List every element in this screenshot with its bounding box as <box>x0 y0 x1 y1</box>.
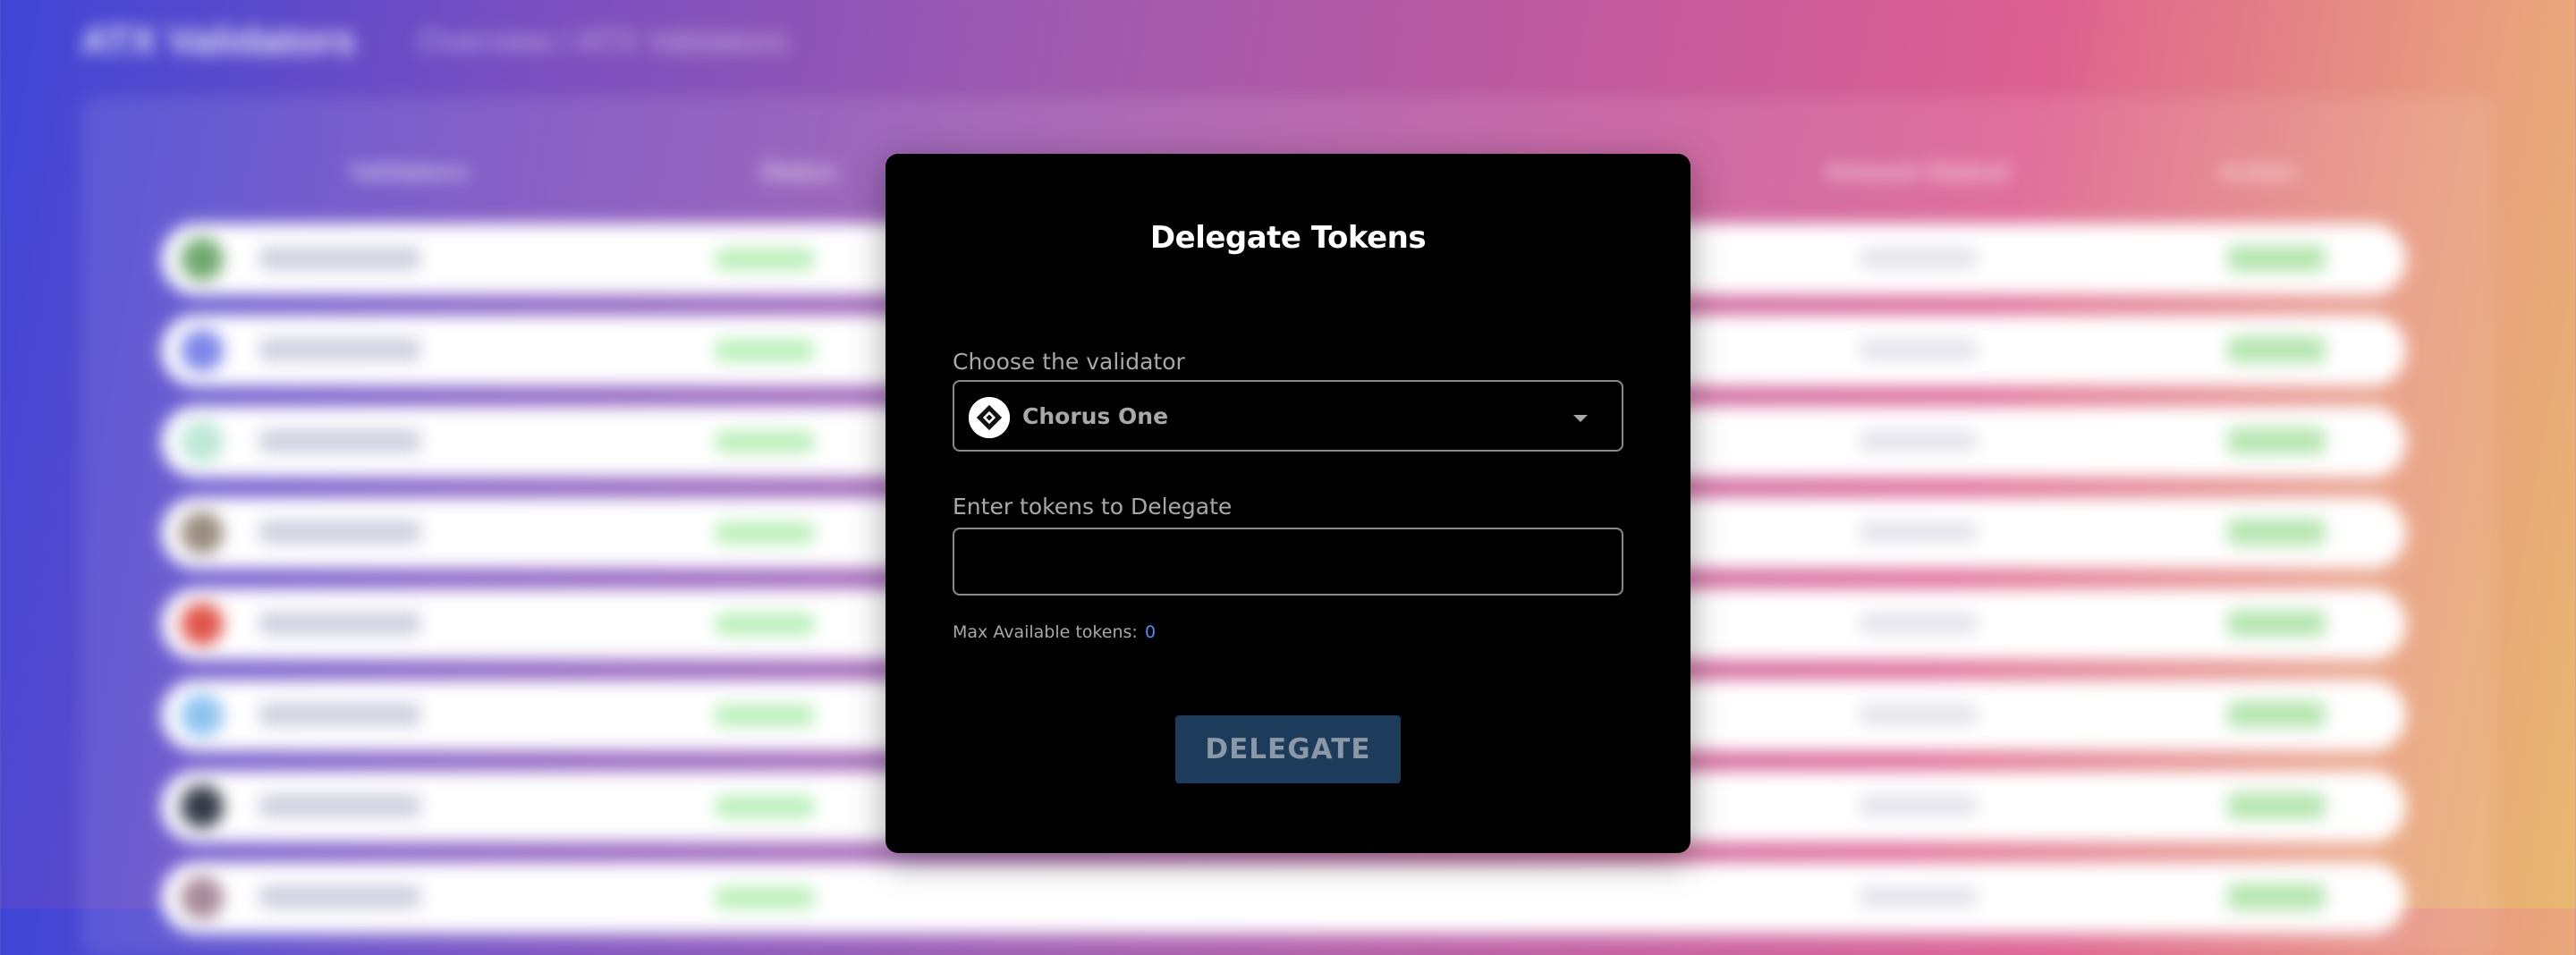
manage-button <box>2227 336 2326 363</box>
manage-button <box>2227 610 2326 637</box>
tokens-input[interactable] <box>953 528 1623 596</box>
validator-avatar <box>181 238 224 281</box>
validator-name-placeholder <box>259 703 420 726</box>
column-header-amount: Amount Staked <box>1825 157 2009 185</box>
status-badge <box>716 613 814 635</box>
amount-placeholder <box>1860 249 1977 268</box>
validator-avatar <box>181 329 224 372</box>
manage-button <box>2227 427 2326 454</box>
tokens-label: Enter tokens to Delegate <box>953 494 1233 520</box>
amount-placeholder <box>1860 705 1977 724</box>
breadcrumb: Overview / ATX Validators <box>418 22 788 59</box>
column-header-status: Status <box>760 157 837 185</box>
chevron-down-icon[interactable] <box>1573 415 1588 422</box>
validator-avatar <box>181 876 224 919</box>
delegate-modal: Delegate Tokens Choose the validator Cho… <box>886 154 1690 853</box>
column-header-validators: Validators <box>349 157 469 185</box>
validator-avatar <box>181 603 224 646</box>
validator-name-placeholder <box>259 520 420 544</box>
validator-label: Choose the validator <box>953 349 1185 375</box>
app-logo: ATX Validators <box>80 19 356 63</box>
validator-name-placeholder <box>259 429 420 452</box>
amount-placeholder <box>1860 887 1977 907</box>
amount-placeholder <box>1860 796 1977 816</box>
validator-name-placeholder <box>259 794 420 817</box>
column-header-action: Action <box>2218 157 2297 185</box>
status-badge <box>716 887 814 909</box>
chorus-one-logo-icon <box>969 397 1010 438</box>
status-badge <box>716 431 814 452</box>
validator-name-placeholder <box>259 338 420 361</box>
manage-button <box>2227 701 2326 728</box>
modal-title: Delegate Tokens <box>1149 220 1427 256</box>
validator-avatar <box>181 694 224 737</box>
amount-placeholder <box>1860 522 1977 542</box>
validator-avatar <box>181 785 224 828</box>
validator-avatar <box>181 511 224 554</box>
validator-name-placeholder <box>259 885 420 909</box>
amount-placeholder <box>1860 431 1977 451</box>
page-header: ATX Validators Overview / ATX Validators <box>80 16 787 66</box>
delegate-button[interactable]: DELEGATE <box>1175 715 1401 783</box>
selected-validator: Chorus One <box>1022 403 1169 429</box>
manage-button <box>2227 245 2326 272</box>
validator-avatar <box>181 420 224 463</box>
validator-name-placeholder <box>259 247 420 270</box>
status-badge <box>716 340 814 361</box>
status-badge <box>716 522 814 544</box>
table-row <box>161 862 2406 934</box>
validator-select[interactable]: Chorus One <box>953 380 1623 452</box>
manage-button <box>2227 792 2326 819</box>
max-available-label: Max Available tokens: <box>953 622 1138 642</box>
status-badge <box>716 705 814 726</box>
manage-button <box>2227 519 2326 545</box>
status-badge <box>716 249 814 270</box>
status-badge <box>716 796 814 817</box>
amount-placeholder <box>1860 613 1977 633</box>
max-available-value: 0 <box>1145 622 1157 642</box>
amount-placeholder <box>1860 340 1977 359</box>
manage-button <box>2227 883 2326 910</box>
validator-name-placeholder <box>259 612 420 635</box>
